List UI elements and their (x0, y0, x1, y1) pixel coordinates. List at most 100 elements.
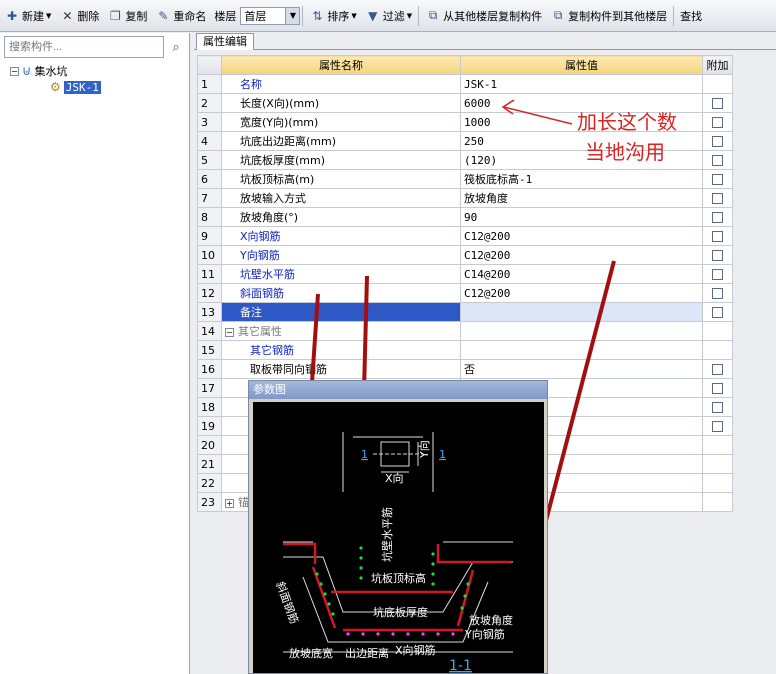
sort-icon: ⇅ (312, 8, 323, 23)
attach-checkbox[interactable] (712, 174, 723, 185)
attach-checkbox[interactable] (712, 288, 723, 299)
tree-node-jsk1[interactable]: ⚙ JSK-1 (50, 80, 101, 94)
gear-icon: ⚙ (50, 80, 61, 94)
slope-bar (311, 566, 337, 629)
grid-row[interactable]: 16 取板带同向钢筋 否 (197, 359, 733, 379)
add-cell (702, 207, 733, 227)
row-number: 2 (197, 93, 222, 113)
tab-property-edit[interactable]: 属性编辑 (196, 33, 254, 50)
row-number: 11 (197, 264, 222, 284)
add-cell (702, 321, 733, 341)
find-button[interactable]: 查找 (676, 3, 706, 29)
attach-checkbox[interactable] (712, 231, 723, 242)
grid-row[interactable]: 11 坑壁水平筋 C14@200 (197, 264, 733, 284)
property-name-text: 放坡输入方式 (240, 192, 306, 205)
attach-checkbox[interactable] (712, 307, 723, 318)
property-value[interactable]: C12@200 (460, 283, 703, 303)
grid-row[interactable]: 1 名称 JSK-1 (197, 74, 733, 94)
property-name-text: 长度(X向)(mm) (240, 97, 320, 110)
rename-label: 重命名 (173, 9, 207, 23)
rename-button[interactable]: ✎ 重命名 (151, 3, 210, 29)
attach-checkbox[interactable] (712, 212, 723, 223)
filter-button[interactable]: ▼ 过滤 ▼ (361, 3, 416, 29)
y-mark-label: Y向 (417, 440, 431, 459)
property-value[interactable] (460, 302, 703, 322)
grid-row[interactable]: 6 坑板顶标高(m) 筏板底标高-1 (197, 169, 733, 189)
note-line-2: 当地沟用 (585, 140, 665, 164)
find-label: 查找 (680, 9, 703, 23)
add-cell (702, 492, 733, 512)
property-value[interactable]: 筏板底标高-1 (460, 169, 703, 189)
property-value[interactable] (460, 321, 703, 341)
row-number: 18 (197, 397, 222, 417)
copy-button[interactable]: ❐ 复制 (103, 3, 151, 29)
new-button[interactable]: ✚ 新建 ▼ (0, 3, 55, 29)
search-icon[interactable]: ⌕ (166, 36, 186, 58)
property-value[interactable]: C12@200 (460, 245, 703, 265)
add-cell (702, 74, 733, 94)
grid-row[interactable]: 14− 其它属性 (197, 321, 733, 341)
grid-row[interactable]: 10 Y向钢筋 C12@200 (197, 245, 733, 265)
grid-row[interactable]: 12 斜面钢筋 C12@200 (197, 283, 733, 303)
collapse-icon[interactable]: − (225, 328, 234, 337)
delete-button[interactable]: ✕ 删除 (55, 3, 103, 29)
attach-checkbox[interactable] (712, 193, 723, 204)
property-name: 其它钢筋 (221, 340, 461, 360)
attach-checkbox[interactable] (712, 402, 723, 413)
property-name: 长度(X向)(mm) (221, 93, 461, 113)
property-value[interactable] (460, 340, 703, 360)
property-name-text: 其它钢筋 (250, 344, 294, 357)
property-name: 备注 (221, 302, 461, 322)
grid-row[interactable]: 9 X向钢筋 C12@200 (197, 226, 733, 246)
property-value[interactable]: JSK-1 (460, 74, 703, 94)
property-name-text: 坑底板厚度(mm) (240, 154, 326, 167)
property-name: 坑板顶标高(m) (221, 169, 461, 189)
attach-checkbox[interactable] (712, 364, 723, 375)
floor-select[interactable]: 首层 ▼ (240, 6, 301, 25)
wall-horizontal-label: 坑壁水平筋 (380, 507, 394, 562)
add-cell (702, 435, 733, 455)
copy-to-icon: ⧉ (553, 8, 563, 22)
expand-icon[interactable]: + (225, 499, 234, 508)
copy-label: 复制 (125, 9, 148, 23)
property-value[interactable]: 90 (460, 207, 703, 227)
rename-icon: ✎ (158, 8, 169, 23)
add-cell (702, 93, 733, 113)
sort-button[interactable]: ⇅ 排序 ▼ (305, 3, 360, 29)
copy-to-floor-button[interactable]: ⧉ 复制构件到其他楼层 (546, 3, 671, 29)
grid-row[interactable]: 8 放坡角度(°) 90 (197, 207, 733, 227)
row-number-header (197, 55, 222, 75)
tree-node-sump[interactable]: − ⊍ 集水坑 (10, 63, 68, 79)
property-value[interactable]: 放坡角度 (460, 188, 703, 208)
add-cell (702, 302, 733, 322)
property-name-text: 斜面钢筋 (240, 287, 284, 300)
chevron-down-icon: ▼ (351, 11, 357, 20)
property-value[interactable]: C14@200 (460, 264, 703, 284)
property-name: − 其它属性 (221, 321, 461, 341)
attach-checkbox[interactable] (712, 117, 723, 128)
grid-row[interactable]: 13 备注 (197, 302, 733, 322)
row-number: 17 (197, 378, 222, 398)
toolbar-divider (673, 5, 675, 26)
attach-checkbox[interactable] (712, 269, 723, 280)
attach-checkbox[interactable] (712, 98, 723, 109)
attach-checkbox[interactable] (712, 250, 723, 261)
add-cell (702, 359, 733, 379)
property-value[interactable]: 否 (460, 359, 703, 379)
property-value[interactable]: C12@200 (460, 226, 703, 246)
grid-row[interactable]: 7 放坡输入方式 放坡角度 (197, 188, 733, 208)
attach-checkbox[interactable] (712, 421, 723, 432)
name-column-header: 属性名称 (221, 55, 461, 75)
search-input[interactable] (4, 36, 164, 58)
delete-label: 删除 (77, 9, 100, 23)
grid-row[interactable]: 15 其它钢筋 (197, 340, 733, 360)
attach-checkbox[interactable] (712, 383, 723, 394)
attach-checkbox[interactable] (712, 136, 723, 147)
copy-from-floor-button[interactable]: ⧉ 从其他楼层复制构件 (421, 3, 546, 29)
collapse-icon[interactable]: − (10, 66, 19, 76)
section-mark-right: 1 (439, 448, 446, 461)
row-number: 16 (197, 359, 222, 379)
add-cell (702, 416, 733, 436)
property-name: 坑壁水平筋 (221, 264, 461, 284)
attach-checkbox[interactable] (712, 155, 723, 166)
